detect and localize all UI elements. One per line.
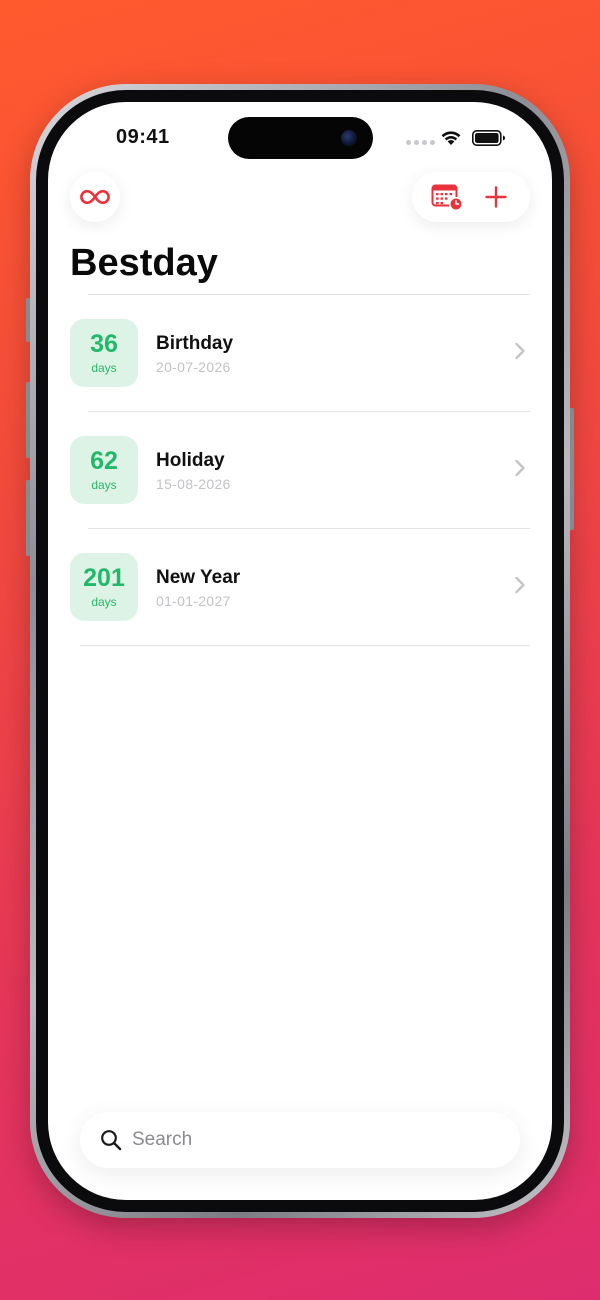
days-count: 36 (90, 329, 118, 358)
add-event-button[interactable] (474, 175, 518, 219)
infinity-button[interactable] (70, 172, 120, 222)
event-row-new-year[interactable]: 201 days New Year 01-01-2027 (48, 529, 552, 645)
calendar-button[interactable] (425, 175, 469, 219)
days-unit: days (91, 360, 117, 375)
days-count: 201 (83, 563, 125, 592)
wifi-icon (441, 131, 461, 145)
event-row-birthday[interactable]: 36 days Birthday 20-07-2026 (48, 295, 552, 411)
days-unit: days (91, 594, 117, 609)
battery-icon (472, 130, 505, 146)
chevron-right-icon (515, 342, 525, 360)
search-icon (101, 1130, 122, 1151)
dynamic-island (228, 117, 373, 159)
status-time: 09:41 (116, 126, 170, 148)
chevron-right-icon (515, 459, 525, 477)
calendar-clock-icon (431, 184, 463, 211)
divider (80, 645, 530, 646)
days-badge: 36 days (70, 319, 138, 387)
screen: 09:41 Bestday 36 days Birthday 20-07-202… (48, 102, 552, 1200)
event-list: 36 days Birthday 20-07-2026 62 days Holi… (48, 294, 552, 646)
event-date: 01-01-2027 (156, 593, 231, 609)
infinity-icon (80, 189, 110, 205)
page-title: Bestday (70, 242, 218, 284)
event-name: Holiday (156, 450, 225, 471)
days-unit: days (91, 477, 117, 492)
search-input[interactable]: Search (132, 1129, 192, 1151)
event-date: 15-08-2026 (156, 476, 231, 492)
days-count: 62 (90, 446, 118, 475)
event-name: Birthday (156, 333, 234, 354)
plus-icon (484, 186, 507, 208)
event-name: New Year (156, 567, 241, 588)
search-bar[interactable]: Search (80, 1112, 520, 1168)
days-badge: 62 days (70, 436, 138, 504)
chevron-right-icon (515, 576, 525, 594)
event-date: 20-07-2026 (156, 359, 231, 375)
days-badge: 201 days (70, 553, 138, 621)
front-camera (341, 130, 357, 146)
event-row-holiday[interactable]: 62 days Holiday 15-08-2026 (48, 412, 552, 528)
header-actions (412, 172, 530, 222)
cellular-signal-icon (406, 140, 435, 145)
